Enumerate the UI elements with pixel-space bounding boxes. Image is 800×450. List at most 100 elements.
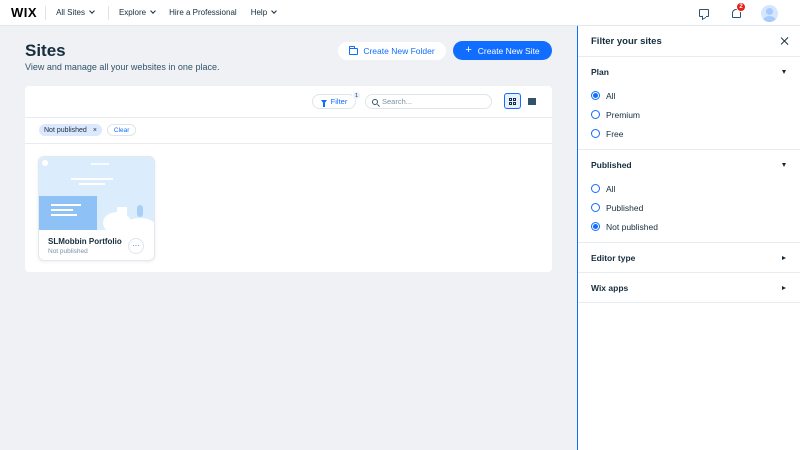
published-section-title: Published	[591, 159, 632, 170]
radio-button[interactable]	[591, 91, 600, 100]
search-box[interactable]	[365, 94, 492, 109]
thumbnail-dot	[42, 160, 48, 166]
close-icon[interactable]	[780, 36, 790, 46]
radio-button[interactable]	[591, 129, 600, 138]
thumbnail-line	[71, 178, 113, 180]
wix-logo[interactable]: WIX	[11, 5, 37, 20]
filter-count-badge: 1	[352, 91, 361, 100]
sites-card: Filter 1 Not published × Clear	[25, 86, 552, 272]
list-icon	[527, 97, 536, 105]
grid-view-button[interactable]	[504, 93, 521, 109]
search-input[interactable]	[382, 97, 482, 106]
caret-right-icon	[782, 285, 786, 290]
thumbnail-line	[51, 214, 77, 216]
top-bar-actions: 2	[693, 0, 800, 26]
plan-section-header[interactable]: Plan	[591, 57, 787, 86]
wix-apps-section: Wix apps	[578, 273, 800, 303]
editor-type-section-title: Editor type	[591, 252, 636, 263]
create-new-site-button[interactable]: + Create New Site	[453, 41, 552, 60]
site-status: Not published	[48, 248, 88, 255]
thumbnail-illustration	[97, 196, 154, 230]
published-option-published[interactable]: Published	[591, 198, 787, 217]
list-view-button[interactable]	[523, 93, 540, 109]
active-filters: Not published × Clear	[39, 124, 137, 136]
editor-type-section: Editor type	[578, 243, 800, 273]
inbox-button[interactable]	[693, 2, 715, 24]
chevron-down-icon	[271, 8, 277, 14]
published-option-not-published[interactable]: Not published	[591, 217, 787, 236]
plan-option-label: Premium	[606, 109, 641, 120]
filter-panel: Filter your sites Plan All Premium Free …	[577, 26, 800, 450]
site-thumbnail	[39, 157, 154, 230]
nav-explore[interactable]: Explore	[118, 8, 156, 17]
published-option-label: All	[606, 183, 616, 194]
nav-all-sites-label: All Sites	[56, 8, 85, 17]
filter-button[interactable]: Filter	[312, 94, 356, 109]
page-title: Sites	[25, 41, 66, 60]
radio-button[interactable]	[591, 222, 600, 231]
divider	[25, 143, 552, 144]
published-section: Published All Published Not published	[578, 150, 800, 243]
create-new-folder-label: Create New Folder	[363, 46, 435, 56]
published-option-all[interactable]: All	[591, 179, 787, 198]
thumbnail-line	[91, 163, 109, 165]
funnel-icon	[320, 99, 327, 107]
plus-icon: +	[465, 44, 472, 56]
caret-down-icon	[782, 69, 786, 74]
caret-down-icon	[782, 162, 786, 167]
published-option-label: Published	[606, 202, 644, 213]
thumbnail-line	[51, 209, 73, 211]
radio-button[interactable]	[591, 203, 600, 212]
remove-filter-icon[interactable]: ×	[93, 127, 97, 134]
thumbnail-line	[79, 183, 105, 185]
notification-badge: 2	[736, 2, 746, 12]
plan-section-title: Plan	[591, 66, 609, 77]
folder-icon	[349, 45, 359, 55]
plan-option-premium[interactable]: Premium	[591, 105, 787, 124]
nav-explore-label: Explore	[118, 8, 147, 17]
top-bar: WIX All Sites Explore Hire a Professiona…	[0, 0, 800, 26]
nav-hire-professional[interactable]: Hire a Professional	[169, 8, 237, 17]
plan-option-all[interactable]: All	[591, 86, 787, 105]
clear-filters-button[interactable]: Clear	[106, 124, 137, 136]
chevron-down-icon	[89, 8, 95, 14]
radio-button[interactable]	[591, 110, 600, 119]
filter-label: Filter	[330, 97, 348, 106]
nav-hire-professional-label: Hire a Professional	[169, 8, 237, 17]
plan-section: Plan All Premium Free	[578, 57, 800, 150]
filter-chip-label: Not published	[44, 126, 87, 134]
more-actions-button[interactable]: ···	[128, 238, 144, 254]
chevron-down-icon	[150, 8, 156, 14]
wix-apps-section-header[interactable]: Wix apps	[591, 273, 787, 302]
create-new-site-label: Create New Site	[477, 45, 540, 56]
create-new-folder-button[interactable]: Create New Folder	[338, 42, 446, 60]
filter-panel-header: Filter your sites	[578, 26, 800, 57]
grid-icon	[509, 97, 516, 105]
search-icon	[372, 98, 378, 105]
filter-panel-title: Filter your sites	[591, 35, 662, 47]
divider	[25, 117, 552, 118]
site-card[interactable]: SLMobbin Portfolio Not published ···	[38, 156, 155, 261]
wix-apps-section-title: Wix apps	[591, 282, 629, 293]
editor-type-section-header[interactable]: Editor type	[591, 243, 787, 272]
filter-chip: Not published ×	[39, 124, 102, 136]
divider	[107, 5, 109, 20]
plan-option-free[interactable]: Free	[591, 124, 787, 143]
chat-bubble-icon	[699, 9, 709, 17]
caret-right-icon	[782, 255, 786, 260]
divider	[45, 5, 47, 20]
published-option-label: Not published	[606, 221, 658, 232]
nav-all-sites[interactable]: All Sites	[56, 8, 95, 17]
notifications-button[interactable]: 2	[725, 2, 747, 24]
site-name[interactable]: SLMobbin Portfolio	[48, 237, 122, 246]
view-toggle	[504, 93, 542, 109]
radio-button[interactable]	[591, 184, 600, 193]
page-subtitle: View and manage all your websites in one…	[25, 62, 220, 72]
thumbnail-line	[51, 204, 81, 206]
nav-help[interactable]: Help	[250, 8, 277, 17]
nav-help-label: Help	[250, 8, 268, 17]
plan-option-label: All	[606, 90, 616, 101]
avatar[interactable]	[761, 4, 778, 22]
published-section-header[interactable]: Published	[591, 150, 787, 179]
cloud-shape	[123, 218, 154, 230]
